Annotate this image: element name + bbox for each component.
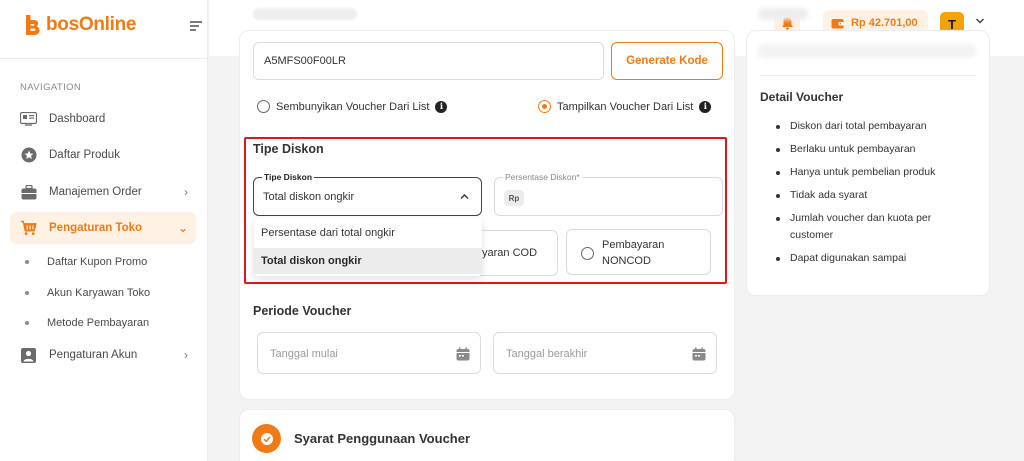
logo-icon [26, 15, 40, 35]
blurred-text [758, 8, 808, 20]
discount-section-title: Tipe Diskon [253, 142, 324, 156]
detail-item: Diskon dari total pembayaran [776, 118, 976, 135]
sidebar: bosOnline NAVIGATION Dashboard Daftar Pr… [0, 0, 208, 461]
sidebar-divider [0, 58, 208, 59]
payment-cod-label: yaran COD [482, 247, 538, 259]
start-date-placeholder: Tanggal mulai [270, 348, 338, 360]
radio-show-voucher[interactable] [538, 100, 551, 113]
sidebar-subitem-metode-pembayaran[interactable]: Metode Pembayaran [25, 317, 149, 329]
dropdown-option-percentage[interactable]: Persentase dari total ongkir [254, 220, 482, 246]
blurred-text [758, 44, 976, 58]
sidebar-item-daftar-produk[interactable]: Daftar Produk [10, 139, 196, 171]
detail-item: Berlaku untuk pembayaran [776, 141, 976, 158]
chevron-down-icon: ⌄ [177, 221, 188, 235]
sidebar-item-label: Daftar Produk [49, 149, 120, 161]
chevron-down-icon[interactable] [975, 16, 985, 26]
end-date-input[interactable]: Tanggal berakhir [493, 332, 717, 374]
sidebar-subitem-label: Akun Karyawan Toko [47, 287, 151, 299]
nav-section-title: NAVIGATION [20, 82, 82, 93]
sidebar-subitem-akun-karyawan[interactable]: Akun Karyawan Toko [25, 287, 150, 299]
wallet-icon [831, 18, 844, 28]
radio-hide-voucher[interactable] [257, 100, 270, 113]
payment-cod-option[interactable]: yaran COD [474, 230, 558, 276]
voucher-code-input[interactable]: A5MFS00F00LR [253, 42, 604, 80]
detail-item: Tidak ada syarat [776, 187, 976, 204]
info-icon[interactable]: i [435, 100, 448, 113]
payment-noncod-label-2: NONCOD [602, 255, 651, 267]
sidebar-item-pengaturan-akun[interactable]: Pengaturan Akun › [10, 339, 196, 371]
detail-item: Jumlah voucher dan kuota per customer [776, 210, 976, 244]
hide-voucher-option[interactable]: Sembunyikan Voucher Dari List i [257, 100, 448, 113]
discount-type-value: Total diskon ongkir [263, 191, 355, 203]
bullet-icon [25, 291, 29, 295]
detail-item: Hanya untuk pembelian produk [776, 164, 976, 181]
sidebar-item-label: Dashboard [49, 113, 106, 125]
discount-type-select[interactable]: Tipe Diskon Total diskon ongkir [253, 172, 482, 216]
sidebar-subitem-daftar-kupon[interactable]: Daftar Kupon Promo [25, 256, 147, 268]
detail-list: Diskon dari total pembayaran Berlaku unt… [776, 118, 976, 273]
menu-toggle-icon[interactable] [190, 21, 202, 31]
currency-prefix: Rp [504, 190, 524, 206]
discount-percent-field[interactable]: Persentase Diskon* Rp [494, 172, 723, 216]
sidebar-subitem-label: Metode Pembayaran [47, 317, 150, 329]
generate-code-button[interactable]: Generate Kode [611, 42, 723, 80]
terms-title: Syarat Penggunaan Voucher [294, 431, 471, 446]
discount-type-dropdown: Persentase dari total ongkir Total disko… [254, 218, 482, 276]
dashboard-icon [20, 111, 37, 128]
detail-divider [760, 75, 976, 76]
sidebar-item-manajemen-order[interactable]: Manajemen Order › [10, 176, 196, 208]
payment-noncod-option[interactable]: Pembayaran NONCOD [566, 229, 711, 275]
detail-title: Detail Voucher [760, 90, 844, 104]
star-badge-icon [20, 147, 37, 164]
balance-amount: Rp 42.701,00 [851, 17, 918, 29]
detail-item: Dapat digunakan sampai [776, 250, 976, 267]
start-date-input[interactable]: Tanggal mulai [257, 332, 481, 374]
chevron-right-icon: › [184, 348, 188, 362]
period-section-title: Periode Voucher [253, 304, 352, 318]
show-voucher-label: Tampilkan Voucher Dari List [557, 100, 694, 113]
calendar-icon[interactable] [456, 347, 470, 361]
discount-percent-label: Persentase Diskon* [503, 172, 582, 182]
sidebar-item-label: Manajemen Order [49, 186, 142, 198]
info-icon[interactable]: i [699, 100, 712, 113]
end-date-placeholder: Tanggal berakhir [506, 348, 588, 360]
user-icon [20, 347, 37, 364]
payment-noncod-label-1: Pembayaran [602, 239, 665, 251]
sidebar-item-dashboard[interactable]: Dashboard [10, 103, 196, 135]
dropdown-option-total[interactable]: Total diskon ongkir [254, 248, 482, 274]
chevron-up-icon [460, 194, 469, 199]
sidebar-subitem-label: Daftar Kupon Promo [47, 256, 148, 268]
bullet-icon [25, 260, 29, 264]
check-badge-icon [252, 424, 281, 453]
hide-voucher-label: Sembunyikan Voucher Dari List [276, 100, 430, 113]
discount-type-label: Tipe Diskon [262, 172, 315, 182]
briefcase-icon [20, 184, 37, 201]
show-voucher-option[interactable]: Tampilkan Voucher Dari List i [538, 100, 712, 113]
sidebar-item-pengaturan-toko[interactable]: Pengaturan Toko ⌄ [10, 212, 196, 244]
brand-logo[interactable]: bosOnline [22, 13, 137, 37]
brand-name: bosOnline [46, 14, 137, 35]
cart-icon [20, 220, 37, 237]
chevron-right-icon: › [184, 185, 188, 199]
calendar-icon[interactable] [692, 347, 706, 361]
sidebar-item-label: Pengaturan Toko [49, 222, 143, 234]
page-title-blurred [253, 8, 357, 20]
radio-noncod[interactable] [581, 247, 594, 260]
sidebar-item-label: Pengaturan Akun [49, 349, 138, 361]
bullet-icon [25, 321, 29, 325]
